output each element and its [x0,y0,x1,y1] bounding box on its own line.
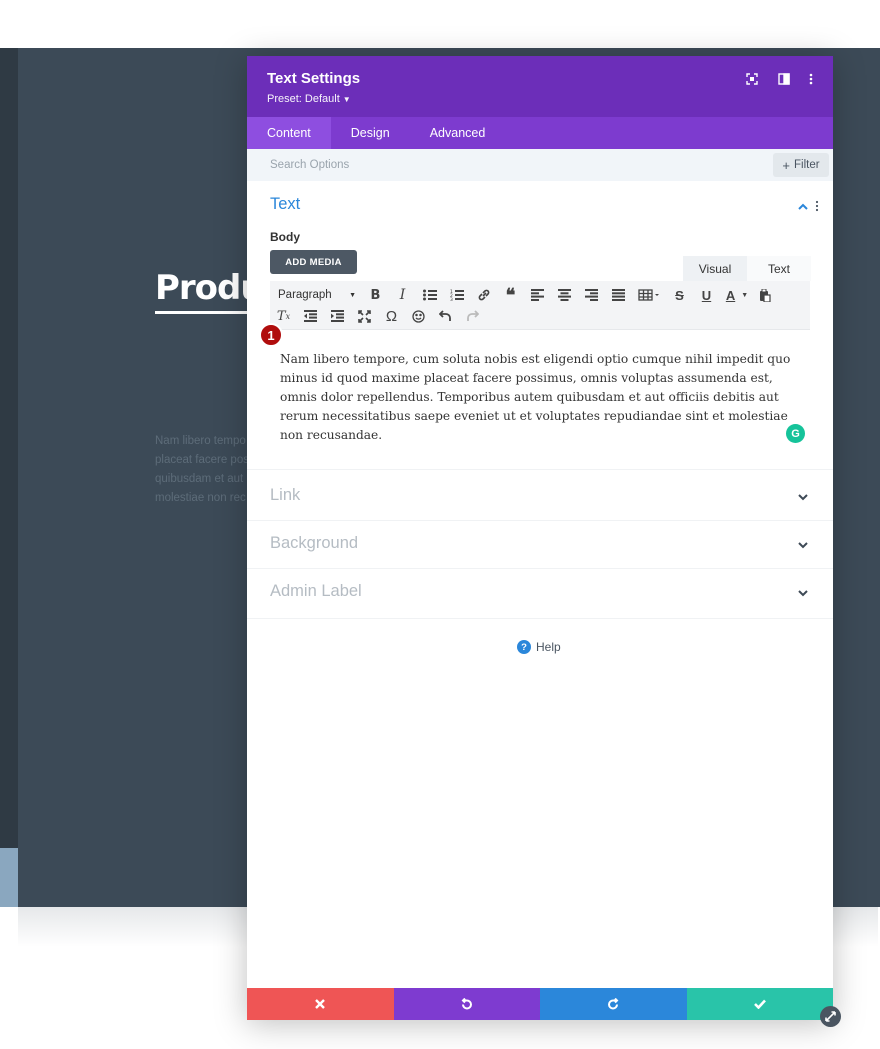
section-title-background[interactable]: Background [270,534,358,553]
expand-icon[interactable] [744,71,760,87]
section-title-link[interactable]: Link [270,486,300,505]
editor-content[interactable]: Nam libero tempore, cum soluta nobis est… [280,350,804,445]
help-label: Help [536,640,561,654]
editor-tab-text[interactable]: Text [747,256,811,281]
undo-icon [461,997,473,1009]
align-right-icon[interactable] [578,284,605,306]
italic-icon[interactable]: I [389,284,416,306]
chevron-up-icon[interactable] [797,200,809,212]
add-media-button[interactable]: ADD MEDIA [270,250,357,274]
align-center-icon[interactable] [551,284,578,306]
tab-advanced[interactable]: Advanced [410,117,506,149]
underline-icon[interactable]: U [693,284,720,306]
help-link[interactable]: ? Help [517,640,561,654]
sidebar-layout-icon[interactable] [776,71,792,87]
page: Produc Nam libero tempo placeat facere p… [0,0,880,1049]
canvas-heading-underline [155,311,255,314]
section-title-admin-label[interactable]: Admin Label [270,582,362,601]
preset-label: Preset: Default [267,93,340,105]
redo-icon [607,997,619,1009]
plus-icon: + [782,157,791,173]
more-options-icon[interactable] [803,71,819,87]
body-label: Body [270,230,300,244]
section-divider [247,469,833,470]
caret-down-icon: ▼ [342,95,351,104]
modal-header[interactable]: Text Settings Preset: Default ▼ [247,56,833,117]
bold-icon[interactable]: B [362,284,389,306]
emoji-icon[interactable] [405,305,432,327]
align-left-icon[interactable] [524,284,551,306]
canvas-left-strip-bottom [0,848,18,907]
modal-footer [247,988,833,1020]
paste-icon[interactable] [754,284,776,306]
bullet-list-icon[interactable] [416,284,443,306]
close-icon [315,999,326,1009]
align-justify-icon[interactable] [605,284,632,306]
toolbar-row-2: Tx Ω [270,305,486,327]
svg-text:3: 3 [450,297,453,301]
modal-tabs: Content Design Advanced [247,117,833,149]
redo-button[interactable] [540,988,687,1020]
step-marker-badge: 1 [259,323,283,347]
section-title-text[interactable]: Text [270,195,300,214]
save-button[interactable] [686,988,833,1020]
rich-text-editor[interactable]: Nam libero tempore, cum soluta nobis est… [270,329,810,443]
numbered-list-icon[interactable]: 123 [443,284,470,306]
toolbar-row-1: Paragraph ▼ B I 123 ❝ S U A ▼ [270,284,776,306]
search-bar: Search Options + Filter [247,149,833,181]
tab-content[interactable]: Content [247,117,331,149]
checkmark-icon [753,999,766,1009]
text-color-icon[interactable]: A ▼ [720,284,754,306]
text-settings-modal: Text Settings Preset: Default ▼ Content D… [247,56,833,1020]
section-divider [247,568,833,569]
chevron-down-icon[interactable] [797,490,809,502]
fullscreen-icon[interactable] [351,305,378,327]
outdent-icon[interactable] [297,305,324,327]
tab-design[interactable]: Design [331,117,410,149]
resize-handle-icon[interactable] [820,1006,841,1027]
filter-label: Filter [794,159,820,171]
modal-title: Text Settings [267,70,361,87]
indent-icon[interactable] [324,305,351,327]
section-options-icon[interactable] [815,199,825,213]
link-icon[interactable] [470,284,497,306]
blockquote-icon[interactable]: ❝ [497,284,524,306]
editor-tab-visual[interactable]: Visual [683,256,747,281]
preset-selector[interactable]: Preset: Default ▼ [267,93,351,105]
section-divider [247,618,833,619]
section-divider [247,520,833,521]
special-character-icon[interactable]: Ω [378,305,405,327]
chevron-down-icon[interactable] [797,538,809,550]
undo-button[interactable] [393,988,540,1020]
table-icon[interactable] [632,284,666,306]
strikethrough-icon[interactable]: S [666,284,693,306]
canvas-left-strip [0,48,18,907]
cancel-button[interactable] [247,988,394,1020]
help-icon: ? [517,640,531,654]
paragraph-format-label: Paragraph [278,289,332,301]
paragraph-format-select[interactable]: Paragraph ▼ [270,284,362,306]
editor-toolbar: Paragraph ▼ B I 123 ❝ S U A ▼ T x Ω [270,281,810,329]
search-input[interactable]: Search Options [270,159,349,171]
caret-down-icon: ▼ [349,291,356,299]
filter-button[interactable]: + Filter [773,153,829,177]
grammarly-icon[interactable]: G [786,424,805,443]
redo-icon[interactable] [459,305,486,327]
chevron-down-icon[interactable] [797,586,809,598]
undo-icon[interactable] [432,305,459,327]
